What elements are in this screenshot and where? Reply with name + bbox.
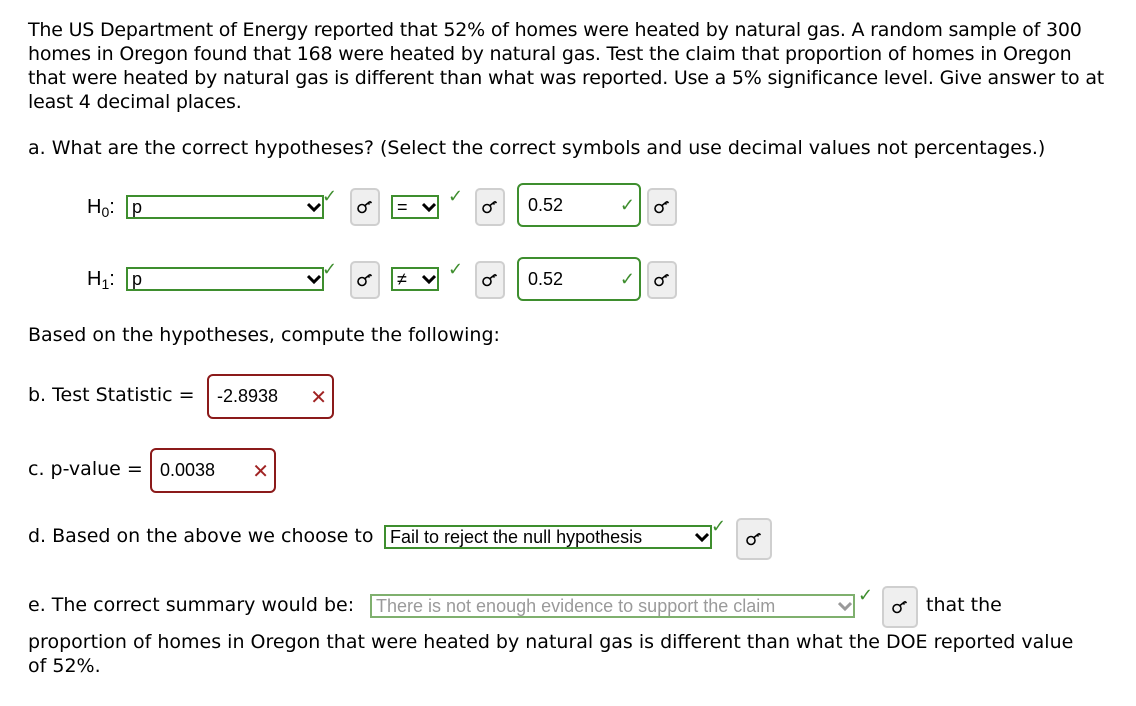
compute-prompt: Based on the hypotheses, compute the fol… [28, 324, 500, 346]
problem-statement: The US Department of Energy reported tha… [28, 19, 1105, 113]
h0-value-text: 0.52 [528, 194, 564, 215]
h1-operator-check-icon: ✓ [448, 259, 464, 280]
h0-operator-check-icon: ✓ [448, 186, 464, 207]
test-statistic-input[interactable]: -2.8938 ✕ [207, 374, 334, 419]
h1-label: H1: [87, 268, 115, 292]
h0-operator-key-button[interactable] [475, 188, 505, 226]
key-icon [482, 200, 498, 214]
summary-value: There is not enough evidence to support … [376, 595, 776, 616]
h0-parameter-select[interactable]: p [126, 195, 324, 219]
decision-select[interactable]: Fail to reject the null hypothesis [384, 525, 712, 549]
h1-value-check-icon: ✓ [619, 268, 635, 289]
chevron-down-icon [307, 202, 321, 213]
summary-check-icon: ✓ [858, 585, 874, 606]
chevron-down-icon [695, 532, 709, 543]
h0-label-main: H [87, 196, 102, 218]
h0-parameter-value: p [132, 196, 143, 217]
h0-value-input[interactable]: 0.52 ✓ [517, 183, 641, 227]
h1-parameter-key-button[interactable] [350, 261, 380, 299]
part-a-prompt: a. What are the correct hypotheses? (Sel… [28, 137, 1046, 159]
h0-value-key-button[interactable] [647, 188, 677, 226]
decision-label: d. Based on the above we choose to [28, 525, 374, 547]
h1-operator-key-button[interactable] [475, 261, 505, 299]
chevron-down-icon [422, 202, 436, 213]
h0-operator-value: = [397, 196, 408, 217]
p-value-value: 0.0038 [160, 460, 216, 480]
p-value-incorrect-icon: ✕ [252, 458, 269, 483]
chevron-down-icon [422, 274, 436, 285]
summary-continuation: proportion of homes in Oregon that were … [28, 631, 1074, 677]
summary-key-button[interactable] [882, 586, 918, 628]
h1-value-input[interactable]: 0.52 ✓ [517, 257, 641, 301]
h1-parameter-check-icon: ✓ [322, 259, 338, 280]
summary-after-text: that the [926, 594, 1002, 616]
key-icon [654, 200, 670, 214]
p-value-input[interactable]: 0.0038 ✕ [150, 448, 276, 493]
h1-label-main: H [87, 268, 102, 290]
h1-operator-value: ≠ [397, 268, 407, 289]
h1-parameter-value: p [132, 268, 143, 289]
key-icon [654, 273, 670, 287]
key-icon [746, 532, 762, 546]
h1-operator-select[interactable]: ≠ [391, 267, 439, 291]
test-statistic-incorrect-icon: ✕ [310, 384, 327, 409]
decision-value: Fail to reject the null hypothesis [390, 526, 643, 547]
key-icon [892, 600, 908, 614]
h0-value-check-icon: ✓ [619, 194, 635, 215]
decision-check-icon: ✓ [711, 516, 727, 537]
key-icon [482, 273, 498, 287]
summary-label: e. The correct summary would be: [28, 594, 355, 616]
chevron-down-icon [307, 274, 321, 285]
h0-label: H0: [87, 196, 115, 220]
key-icon [357, 273, 373, 287]
h0-operator-select[interactable]: = [391, 195, 439, 219]
h1-value-key-button[interactable] [647, 261, 677, 299]
decision-key-button[interactable] [736, 518, 772, 560]
key-icon [357, 200, 373, 214]
chevron-down-icon [838, 601, 852, 612]
h1-parameter-select[interactable]: p [126, 267, 324, 291]
h0-parameter-key-button[interactable] [350, 188, 380, 226]
h1-colon: : [109, 268, 115, 290]
h0-parameter-check-icon: ✓ [322, 186, 338, 207]
test-statistic-label: b. Test Statistic = [28, 384, 195, 406]
h0-colon: : [109, 196, 115, 218]
h1-value-text: 0.52 [528, 268, 564, 289]
summary-select[interactable]: There is not enough evidence to support … [370, 594, 855, 618]
p-value-label: c. p-value = [28, 458, 143, 480]
test-statistic-value: -2.8938 [217, 386, 279, 406]
